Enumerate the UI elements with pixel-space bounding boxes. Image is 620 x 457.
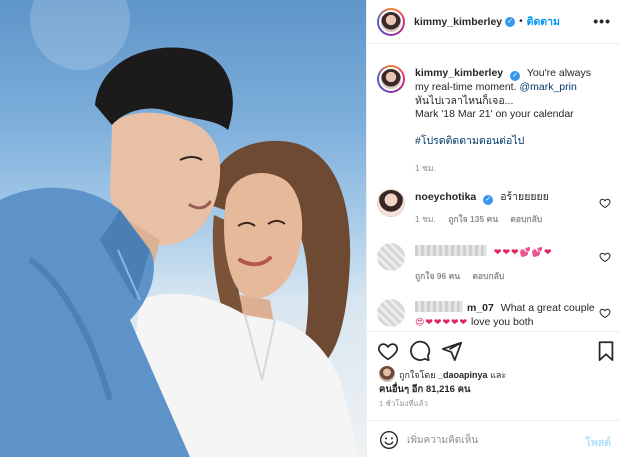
comment-likes[interactable]: ถูกใจ 135 คน	[448, 214, 498, 224]
more-icon[interactable]: •••	[593, 14, 611, 28]
comment-username[interactable]: m_07	[467, 302, 494, 314]
comment-meta: ถูกใจ 96 คน ตอบกลับ	[415, 270, 595, 284]
couple-photo-illustration	[0, 0, 360, 457]
post-comment-button[interactable]: โพสต์	[585, 434, 611, 451]
comment-icon[interactable]	[409, 340, 431, 362]
blurred-username	[415, 245, 487, 256]
liked-by-line: ถูกใจโดย _daoapinya และ	[399, 368, 506, 382]
action-bar	[367, 331, 620, 367]
author-avatar[interactable]	[377, 7, 405, 36]
comment-meta: 1 ชม. ถูกใจ 135 คน ตอบกลับ	[415, 213, 595, 227]
post-detail-panel: kimmy_kimberley ✓ • ติดตาม ••• kimmy_kim…	[366, 0, 620, 457]
comment-heart-icon[interactable]	[599, 251, 611, 263]
comment-heart-icon[interactable]	[599, 197, 611, 209]
comment-username[interactable]: noeychotika	[415, 191, 476, 203]
comment-text: What a great couple	[500, 302, 595, 314]
liker-avatar[interactable]	[379, 366, 395, 382]
follow-button[interactable]: ติดตาม	[527, 13, 560, 30]
caption-body: kimmy_kimberley ✓ You're always my real-t…	[415, 67, 595, 175]
caption-hashtag-link[interactable]: #โปรดติดตามตอนต่อไป	[415, 135, 524, 147]
caption-username[interactable]: kimmy_kimberley	[415, 67, 503, 79]
caption-time[interactable]: 1 ชม.	[415, 163, 436, 173]
caption-thai-line: หันไปเวลาไหนก็เจอ...	[415, 94, 514, 107]
verified-badge-icon: ✓	[505, 16, 516, 27]
author-namebox: kimmy_kimberley ✓ • ติดตาม	[414, 13, 560, 30]
likes-count-link[interactable]: คนอื่นๆ อีก 81,216 คน	[379, 382, 470, 397]
comment-text-second-line: love you both	[471, 315, 534, 328]
comments-list[interactable]: kimmy_kimberley ✓ You're always my real-t…	[367, 45, 620, 331]
caption-meta: 1 ชม.	[415, 162, 595, 176]
comment-body: m_07 What a great couple 😍❤❤❤❤❤ love you…	[415, 301, 595, 329]
comment-heart-icon[interactable]	[599, 307, 611, 319]
caption-mention-link[interactable]: @mark_prin	[519, 81, 576, 93]
liked-by-prefix: ถูกใจโดย	[399, 370, 436, 380]
commenter-avatar[interactable]	[377, 243, 405, 271]
comment-emoji-text: 😍❤❤❤❤❤	[415, 316, 469, 327]
verified-badge-icon: ✓	[483, 195, 494, 205]
reply-button[interactable]: ตอบกลับ	[472, 271, 504, 281]
reply-button[interactable]: ตอบกลับ	[510, 214, 542, 224]
comment-emoji-text: ❤❤❤💕💕❤	[493, 247, 553, 257]
author-username[interactable]: kimmy_kimberley	[414, 16, 502, 28]
commenter-avatar[interactable]	[377, 189, 405, 217]
blurred-username	[415, 301, 463, 312]
caption-avatar[interactable]	[377, 65, 405, 93]
comment-body: noeychotika ✓ อร้ายยยยย 1 ชม. ถูกใจ 135 ค…	[415, 191, 595, 227]
add-comment-bar: โพสต์	[367, 420, 620, 457]
likes-summary: ถูกใจโดย _daoapinya และ คนอื่นๆ อีก 81,2…	[379, 366, 611, 397]
comment-body: ❤❤❤💕💕❤ ถูกใจ 96 คน ตอบกลับ	[415, 245, 595, 283]
post-time-ago[interactable]: 1 ชั่วโมงที่แล้ว	[379, 398, 428, 410]
post-photo[interactable]	[0, 0, 366, 457]
comment-text: อร้ายยยยย	[500, 191, 549, 203]
liked-by-suffix: และ	[490, 370, 507, 380]
verified-badge-icon: ✓	[510, 71, 521, 81]
liked-by-user[interactable]: _daoapinya	[438, 370, 488, 380]
comment-likes[interactable]: ถูกใจ 96 คน	[415, 271, 460, 281]
caption-calendar-line: Mark '18 Mar 21' on your calendar	[415, 108, 574, 120]
add-comment-input[interactable]	[407, 430, 567, 450]
bookmark-icon[interactable]	[595, 340, 617, 362]
header-separator: •	[519, 16, 523, 27]
smiley-icon[interactable]	[379, 430, 399, 450]
share-icon[interactable]	[441, 340, 463, 362]
commenter-avatar[interactable]	[377, 299, 405, 327]
comment-time[interactable]: 1 ชม.	[415, 214, 436, 224]
heart-icon[interactable]	[377, 340, 399, 362]
post-header: kimmy_kimberley ✓ • ติดตาม •••	[367, 0, 620, 44]
